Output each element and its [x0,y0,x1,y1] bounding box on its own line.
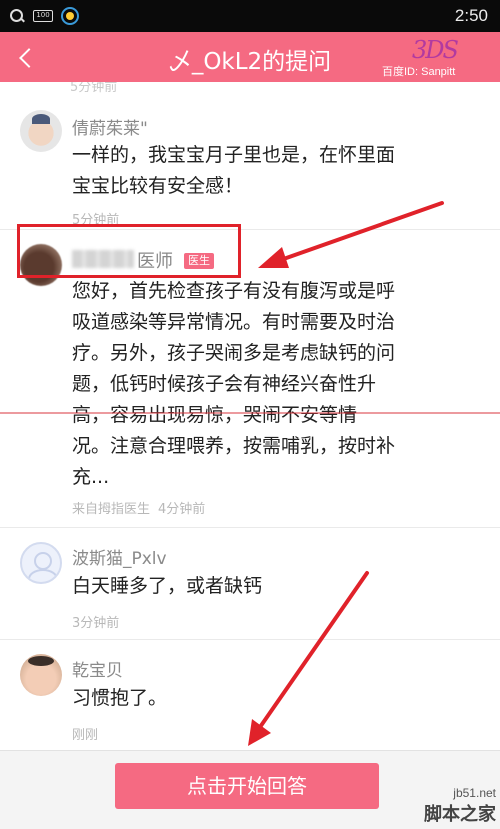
app-notification-icon [61,7,79,25]
user-name[interactable]: 波斯猫_Pxlv [72,544,167,569]
comment-text: 一样的，我宝宝月子里也是，在怀里面 宝宝比较有安全感！ [72,144,396,197]
page-title: 乄_OkL2的提问 [168,49,332,75]
comment-meta: 来自拇指医生 4分钟前 [72,498,205,517]
status-icons: 100 [10,7,79,25]
header-bar: 乄_OkL2的提问 3DS 百度ID: Sanpitt [0,32,500,82]
back-arrow-icon[interactable] [10,40,44,74]
list-item: 乾宝贝 习惯抱了。 刚刚 [0,640,500,750]
status-bar: 100 2:50 [0,0,500,32]
avatar[interactable] [20,542,62,584]
user-name[interactable]: 倩蔚茱莱" [72,114,148,139]
avatar[interactable] [20,110,62,152]
comment-time: 4分钟前 [158,502,206,517]
comment-text: 白天睡多了，或者缺钙 [72,575,263,597]
watermark-domain: jb51.net [453,786,496,800]
list-item: 波斯猫_Pxlv 白天睡多了，或者缺钙 3分钟前 [0,528,500,640]
comment-time: 3分钟前 [72,616,120,631]
status-time: 2:50 [454,6,488,25]
previous-timestamp: 5分钟前 [70,82,118,95]
comment-time: 刚刚 [72,728,99,743]
comment-text[interactable]: 您好，首先检查孩子有没有腹泻或是呼 吸道感染等异常情况。有时需要及时治 疗。另外… [72,276,472,493]
watermark-site-name: 脚本之家 [424,804,496,825]
list-item: 倩蔚茱莱" 一样的，我宝宝月子里也是，在怀里面 宝宝比较有安全感！ 5分钟前 [0,96,500,230]
watermark-mark: 3DS [412,36,459,64]
avatar[interactable] [20,654,62,696]
source-label: 来自拇指医生 [72,502,151,517]
annotation-highlight-box [17,224,241,278]
battery-icon: 100 [33,10,53,22]
watermark-logo: 3DS 百度ID: Sanpitt [382,36,492,80]
search-icon [10,8,25,24]
user-name[interactable]: 乾宝贝 [72,656,123,681]
start-answer-button[interactable]: 点击开始回答 [115,763,379,809]
answer-list[interactable]: 5分钟前 倩蔚茱莱" 一样的，我宝宝月子里也是，在怀里面 宝宝比较有安全感！ 5… [0,82,500,750]
site-watermark: jb51.net 脚本之家 [424,786,496,826]
comment-text: 习惯抱了。 [72,687,168,709]
watermark-text: 百度ID: Sanpitt [382,66,456,78]
